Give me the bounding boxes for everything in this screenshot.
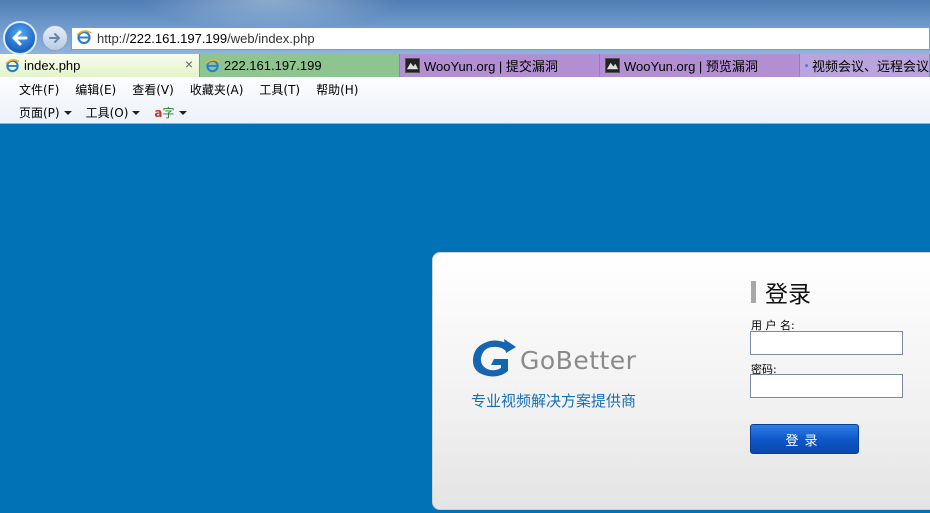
gobetter-logo-icon [472,339,516,377]
brand-name: GoBetter [520,345,637,375]
globe-icon [805,64,808,67]
command-bar: 页面(P) 工具(O) a字 [19,104,201,121]
translate-icon: a [154,105,163,120]
tab-wooyun-submit[interactable]: WooYun.org | 提交漏洞 [400,54,600,77]
tab-label: WooYun.org | 提交漏洞 [424,59,558,74]
login-title: 登录 [765,282,811,308]
wooyun-icon [405,58,420,73]
menu-edit[interactable]: 编辑(E) [75,81,116,98]
username-field[interactable] [750,331,903,355]
arrow-right-icon [49,33,60,43]
ie-icon [205,59,220,73]
back-button[interactable] [3,21,37,55]
tab-index-php[interactable]: index.php × [0,54,200,77]
menu-file[interactable]: 文件(F) [19,81,59,98]
translate-button[interactable]: a字 [154,104,187,121]
tools-menu-button[interactable]: 工具(O) [86,104,141,121]
address-url: http://222.161.197.199/web/index.php [97,31,315,46]
page-menu-label: 页面(P) [19,106,60,120]
tab-ip[interactable]: 222.161.197.199 [200,54,400,77]
wooyun-icon [605,58,620,73]
chevron-down-icon [178,110,187,115]
menu-favorites[interactable]: 收藏夹(A) [190,81,244,98]
tab-wooyun-preview[interactable]: WooYun.org | 预览漏洞 [600,54,800,77]
browser-chrome: http://222.161.197.199/web/index.php ind… [0,0,930,124]
brand-slogan: 专业视频解决方案提供商 [471,392,637,410]
chevron-down-icon [63,110,72,115]
tab-label: index.php [24,58,81,73]
arrow-left-icon [12,30,28,46]
tab-label: WooYun.org | 预览漏洞 [624,59,758,74]
heading-accent-bar [751,281,756,303]
login-button[interactable]: 登录 [750,424,859,454]
tools-menu-label: 工具(O) [85,106,129,120]
page-menu-button[interactable]: 页面(P) [19,104,72,121]
menu-view[interactable]: 查看(V) [132,81,174,98]
ie-icon [76,29,92,48]
login-panel: GoBetter 专业视频解决方案提供商 登录 用 户 名: 密码: 登录 [432,252,930,510]
tab-video-conference[interactable]: 视频会议、远程会议 [800,54,930,77]
ie-icon [5,59,20,73]
chevron-down-icon [132,110,141,115]
menu-bar: 文件(F) 编辑(E) 查看(V) 收藏夹(A) 工具(T) 帮助(H) 页面(… [0,77,930,124]
translate-icon-glyph: 字 [162,106,175,120]
address-bar[interactable]: http://222.161.197.199/web/index.php [71,27,930,50]
forward-button[interactable] [42,25,68,51]
url-path: /web/index.php [227,31,315,46]
url-host: 222.161.197.199 [129,31,228,46]
password-field[interactable] [750,374,903,398]
tab-label: 视频会议、远程会议 [811,59,929,74]
close-icon[interactable]: × [185,56,193,72]
login-heading: 登录 [751,275,811,309]
menu-row: 文件(F) 编辑(E) 查看(V) 收藏夹(A) 工具(T) 帮助(H) [19,81,374,98]
brand-logo: GoBetter [470,337,636,379]
tab-label: 222.161.197.199 [224,58,322,73]
url-protocol: http:// [97,31,130,46]
tab-strip: index.php × 222.161.197.199 WooYun.org |… [0,54,930,77]
menu-tools[interactable]: 工具(T) [259,81,300,98]
menu-help[interactable]: 帮助(H) [316,81,358,98]
